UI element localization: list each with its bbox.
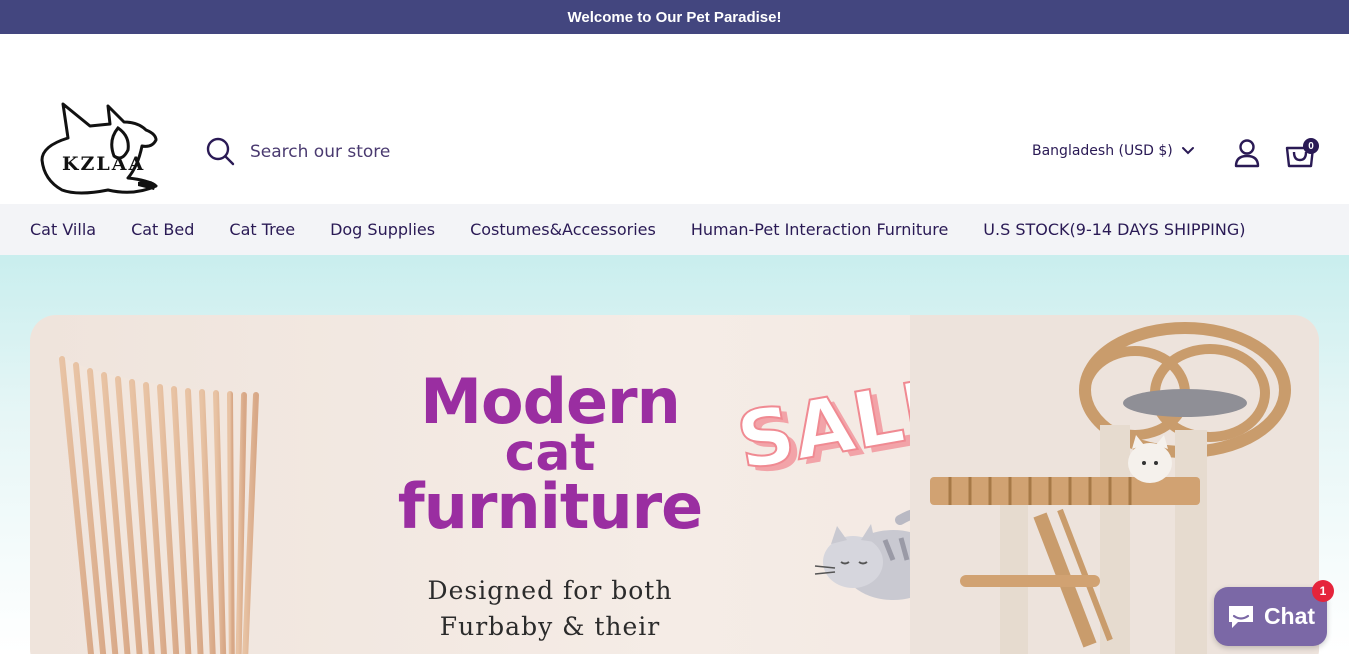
- country-selector[interactable]: Bangladesh (USD $): [1032, 143, 1195, 159]
- chat-button[interactable]: Chat: [1214, 587, 1327, 646]
- nav-item-cat-villa[interactable]: Cat Villa: [30, 220, 96, 239]
- hero-headline: Modern cat furniture: [380, 365, 720, 543]
- search-input[interactable]: [250, 138, 670, 166]
- logo-text: KZLAA: [62, 153, 146, 175]
- nav-item-cat-bed[interactable]: Cat Bed: [131, 220, 194, 239]
- nav-item-human-pet-furniture[interactable]: Human-Pet Interaction Furniture: [691, 220, 948, 239]
- subtitle-line-2: Furbaby & their: [439, 612, 661, 642]
- headline-line-3: furniture: [397, 469, 703, 543]
- chevron-down-icon: [1181, 147, 1194, 155]
- chat-label: Chat: [1263, 603, 1316, 629]
- nav-item-us-stock[interactable]: U.S STOCK(9-14 DAYS SHIPPING): [983, 220, 1245, 239]
- chat-icon: [1228, 605, 1253, 628]
- main-nav: Cat Villa Cat Bed Cat Tree Dog Supplies …: [0, 204, 1349, 255]
- nav-item-dog-supplies[interactable]: Dog Supplies: [330, 220, 435, 239]
- nav-item-costumes-accessories[interactable]: Costumes&Accessories: [470, 220, 656, 239]
- announcement-text: Welcome to Our Pet Paradise!: [567, 8, 782, 26]
- cart-count-badge: 0: [1303, 138, 1319, 154]
- subtitle-line-1: Designed for both: [427, 576, 673, 605]
- cat-villa-image: [58, 355, 260, 654]
- hero-banner[interactable]: Modern cat furniture Designed for both F…: [30, 315, 1319, 654]
- headline-line-1: Modern: [420, 365, 680, 438]
- site-header: KZLAA Bangladesh (USD $) 0: [0, 34, 1349, 204]
- search-icon[interactable]: [205, 136, 235, 166]
- hero-subtitle: Designed for both Furbaby & their: [400, 573, 700, 646]
- account-icon[interactable]: [1233, 138, 1261, 168]
- announcement-bar: Welcome to Our Pet Paradise!: [0, 0, 1349, 34]
- kzlaa-logo[interactable]: [38, 98, 162, 196]
- chat-notification-badge: 1: [1312, 580, 1334, 602]
- country-label: Bangladesh (USD $): [1032, 143, 1173, 159]
- nav-item-cat-tree[interactable]: Cat Tree: [229, 220, 295, 239]
